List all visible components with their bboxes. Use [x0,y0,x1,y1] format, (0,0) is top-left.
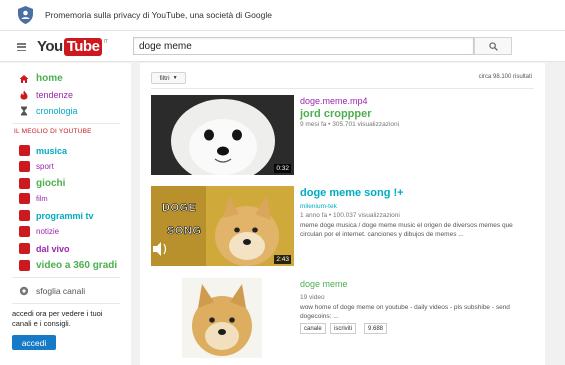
sidebar-item-home[interactable]: home [0,71,131,86]
sidebar-item-tendenze[interactable]: tendenze [0,87,131,102]
sidebar-item-sfoglia-canali[interactable]: sfoglia canali [0,283,131,298]
sidebar-item-label: sport [36,162,54,171]
logo-tube: Tube [63,38,103,56]
shield-icon [18,6,33,24]
masthead: You Tube IT [0,31,565,62]
sidebar-item-notizie[interactable]: notizie [0,224,131,239]
channel-description: wow home of doge meme on youtube - daily… [300,304,510,320]
channel-tag[interactable]: canale [300,323,326,334]
sidebar-item-sport[interactable]: sport [0,159,131,174]
video-description: meme doge musica / doge meme music el or… [300,222,513,238]
sidebar-item-label: tendenze [36,89,74,100]
sidebar-item-cronologia[interactable]: cronologia [0,103,131,118]
results-divider [151,88,534,89]
sidebar-item-label: video a 360 gradi [36,260,118,271]
sidebar-divider [12,123,120,124]
search-button[interactable] [474,37,512,55]
sidebar-item-dal-vivo[interactable]: dal vivo [0,241,131,256]
thumbnail-text-doge: DOGE [162,202,197,215]
white-dog-image [151,95,294,175]
sidebar-divider [12,277,120,278]
subscribe-button[interactable]: iscriviti [330,323,356,334]
sidebar-item-label: programmi tv [36,210,94,221]
signin-prompt: accedi ora per vedere i tuoi canali e i … [12,309,103,328]
sidebar-item-programmi-tv[interactable]: programmi tv [0,208,131,223]
live-channel-icon [19,243,30,254]
result-count: circa 98.100 risultati [478,74,532,80]
results-panel: filtri ▼ circa 98.100 risultati 0:32 dog… [140,63,545,365]
video-meta: 9 mesi fa • 305.701 visualizzazioni [300,121,400,128]
section-title: IL MEGLIO DI YOUTUBE [14,128,92,135]
sidebar-item-label: sfoglia canali [36,285,86,296]
search-icon [488,41,498,51]
sidebar-item-label: notizie [36,227,60,236]
music-channel-icon [19,145,30,156]
video-title[interactable]: doge meme song !+ [300,187,404,199]
360-channel-icon [19,260,30,271]
film-channel-icon [19,193,30,204]
sidebar-item-musica[interactable]: musica [0,143,131,158]
search-input[interactable] [133,37,474,55]
sidebar-item-label: film [36,194,48,203]
filter-label: filtri [159,74,170,82]
channel-meta: 19 video [300,294,325,301]
channel-title[interactable]: doge meme [300,279,348,289]
thumbnail-text-song: SONG [167,225,202,238]
logo-region: IT [103,39,108,45]
sidebar-item-video-360[interactable]: video a 360 gradi [0,258,131,273]
signin-button[interactable]: accedi [12,335,56,350]
browse-channels-icon [19,286,29,296]
channel-thumbnail[interactable] [182,278,262,358]
privacy-banner[interactable]: Promemoria sulla privacy di YouTube, una… [0,0,565,31]
games-channel-icon [19,178,30,189]
video-thumbnail[interactable]: 0:32 [151,95,294,175]
privacy-banner-text: Promemoria sulla privacy di YouTube, una… [45,10,272,20]
sidebar: home tendenze cronologia IL MEGLIO DI YO… [0,63,131,365]
sidebar-item-film[interactable]: film [0,191,131,206]
sidebar-item-label: dal vivo [36,243,70,254]
logo-you: You [37,38,63,55]
channel-name[interactable]: jord croppper [300,108,372,120]
home-icon [19,75,29,83]
hourglass-icon [21,106,27,116]
sidebar-item-label: musica [36,145,68,156]
video-thumbnail[interactable]: DOGE SONG 2:43 [151,186,294,266]
sidebar-divider [12,303,120,304]
tv-channel-icon [19,210,30,221]
sidebar-item-giochi[interactable]: giochi [0,176,131,191]
youtube-logo[interactable]: You Tube IT [37,38,108,56]
video-title[interactable]: doge.meme.mp4 [300,96,368,106]
subscriber-count: 9.688 [364,323,388,334]
doge-image [182,278,262,358]
sidebar-item-label: giochi [36,178,66,189]
video-duration: 2:43 [274,255,291,264]
video-meta: 1 anno fa • 100.037 visualizzazioni [300,212,400,219]
flame-icon [20,90,28,100]
channel-name[interactable]: milenium-tek [300,203,337,210]
news-channel-icon [19,226,30,237]
sidebar-item-label: home [36,73,63,84]
sport-channel-icon [19,161,30,172]
chevron-down-icon: ▼ [172,75,178,81]
filter-button[interactable]: filtri ▼ [151,72,186,84]
menu-icon[interactable] [17,43,26,52]
video-duration: 0:32 [274,164,291,173]
sidebar-item-label: cronologia [36,105,78,116]
